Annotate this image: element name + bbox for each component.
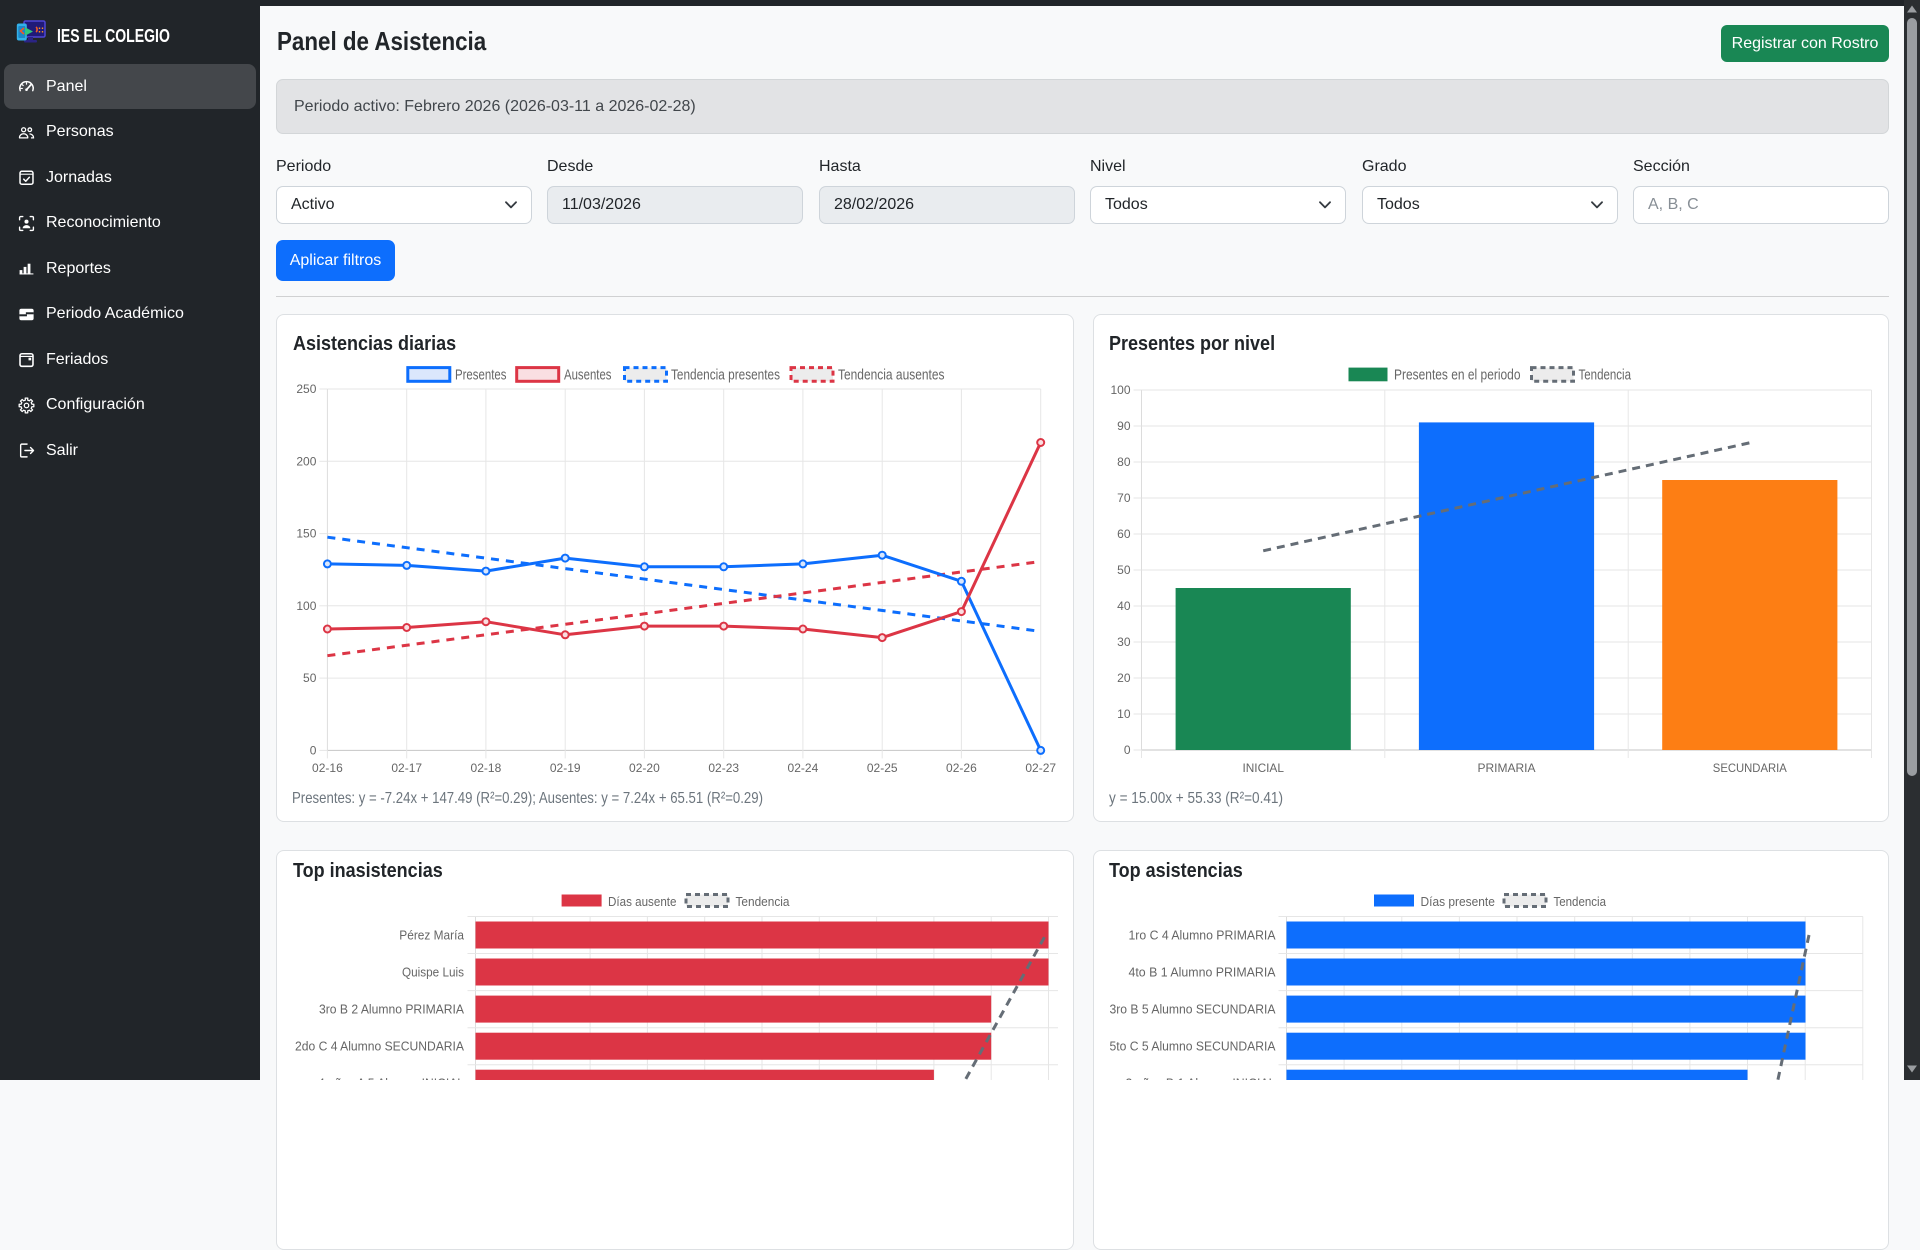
svg-text:50: 50 bbox=[1117, 563, 1131, 577]
svg-text:1ro C 4 Alumno PRIMARIA: 1ro C 4 Alumno PRIMARIA bbox=[1129, 928, 1276, 943]
svg-text:Días presente: Días presente bbox=[1421, 894, 1495, 909]
svg-text:100: 100 bbox=[296, 599, 316, 613]
svg-text:90: 90 bbox=[1117, 419, 1131, 433]
svg-text:INICIAL: INICIAL bbox=[1242, 761, 1284, 775]
svg-text:4 años A 5 Alumno INICIAL: 4 años A 5 Alumno INICIAL bbox=[318, 1076, 464, 1080]
svg-text:4to B 1 Alumno PRIMARIA: 4to B 1 Alumno PRIMARIA bbox=[1129, 965, 1276, 980]
svg-text:Tendencia presentes: Tendencia presentes bbox=[671, 367, 780, 384]
svg-text:02-19: 02-19 bbox=[550, 761, 581, 775]
svg-text:30: 30 bbox=[1117, 635, 1131, 649]
svg-text:Días ausente: Días ausente bbox=[608, 894, 677, 909]
svg-text:10: 10 bbox=[1117, 707, 1131, 721]
svg-text:Tendencia ausentes: Tendencia ausentes bbox=[838, 367, 945, 384]
svg-text:50: 50 bbox=[303, 671, 317, 685]
svg-text:SECUNDARIA: SECUNDARIA bbox=[1713, 761, 1787, 775]
svg-text:40: 40 bbox=[1117, 599, 1131, 613]
svg-text:02-25: 02-25 bbox=[867, 761, 898, 775]
svg-text:Presentes: Presentes bbox=[455, 367, 507, 384]
svg-text:Tendencia: Tendencia bbox=[1579, 367, 1632, 384]
svg-text:150: 150 bbox=[296, 527, 316, 541]
svg-text:80: 80 bbox=[1117, 455, 1131, 469]
svg-text:02-17: 02-17 bbox=[391, 761, 422, 775]
svg-text:y = 15.00x + 55.33 (R²=0.41): y = 15.00x + 55.33 (R²=0.41) bbox=[1109, 790, 1283, 807]
svg-text:100: 100 bbox=[1110, 383, 1130, 397]
svg-text:0: 0 bbox=[1124, 743, 1131, 757]
svg-text:0: 0 bbox=[310, 743, 317, 757]
svg-text:3 años B 1 Alumno INICIAL: 3 años B 1 Alumno INICIAL bbox=[1126, 1076, 1276, 1080]
svg-text:200: 200 bbox=[296, 454, 316, 468]
svg-text:02-23: 02-23 bbox=[708, 761, 739, 775]
svg-text:70: 70 bbox=[1117, 491, 1131, 505]
svg-text:2do C 4 Alumno SECUNDARIA: 2do C 4 Alumno SECUNDARIA bbox=[295, 1039, 464, 1054]
svg-text:02-20: 02-20 bbox=[629, 761, 660, 775]
svg-text:02-27: 02-27 bbox=[1025, 761, 1056, 775]
svg-text:3ro B 5 Alumno SECUNDARIA: 3ro B 5 Alumno SECUNDARIA bbox=[1110, 1002, 1276, 1017]
svg-text:Pérez María: Pérez María bbox=[399, 928, 464, 943]
svg-text:Ausentes: Ausentes bbox=[564, 367, 612, 384]
svg-text:PRIMARIA: PRIMARIA bbox=[1478, 761, 1536, 775]
svg-text:02-16: 02-16 bbox=[312, 761, 343, 775]
svg-text:250: 250 bbox=[296, 382, 316, 396]
svg-text:20: 20 bbox=[1117, 671, 1131, 685]
svg-text:Presentes en el periodo: Presentes en el periodo bbox=[1394, 367, 1521, 384]
svg-text:02-18: 02-18 bbox=[471, 761, 502, 775]
svg-text:02-24: 02-24 bbox=[788, 761, 819, 775]
svg-text:Tendencia: Tendencia bbox=[736, 894, 791, 909]
svg-text:Quispe Luis: Quispe Luis bbox=[402, 965, 464, 980]
svg-text:Presentes: y = -7.24x + 147.49: Presentes: y = -7.24x + 147.49 (R²=0.29)… bbox=[292, 790, 763, 807]
svg-text:3ro B 2 Alumno PRIMARIA: 3ro B 2 Alumno PRIMARIA bbox=[319, 1002, 464, 1017]
svg-text:5to C 5 Alumno SECUNDARIA: 5to C 5 Alumno SECUNDARIA bbox=[1110, 1039, 1276, 1054]
svg-text:Tendencia: Tendencia bbox=[1554, 894, 1607, 909]
svg-text:60: 60 bbox=[1117, 527, 1131, 541]
svg-text:02-26: 02-26 bbox=[946, 761, 977, 775]
